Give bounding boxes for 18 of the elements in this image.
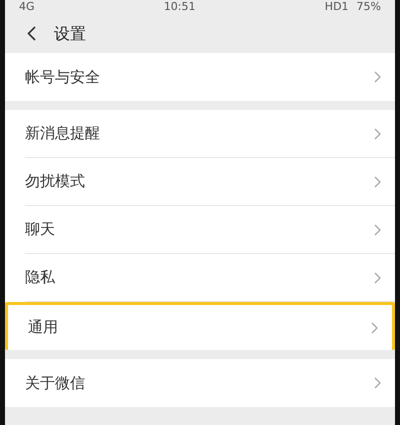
chevron-icon — [374, 272, 381, 284]
settings-item[interactable]: 勿扰模式 — [25, 158, 395, 206]
chevron-icon — [374, 128, 381, 140]
chevron-icon — [374, 176, 381, 188]
battery-level: 75% — [356, 0, 381, 14]
hd-label: HD1 — [324, 0, 349, 14]
settings-item[interactable]: 聊天 — [25, 206, 395, 254]
chevron-icon — [374, 377, 381, 389]
chevron-icon — [371, 322, 378, 334]
chevron-icon — [374, 224, 381, 236]
network-label: 4G — [19, 0, 35, 14]
settings-item[interactable]: 隐私 — [25, 254, 395, 302]
chevron-icon — [374, 71, 381, 83]
settings-item[interactable]: 新消息提醒 — [25, 110, 395, 158]
back-icon[interactable] — [27, 26, 36, 41]
settings-item[interactable]: 通用 — [5, 302, 395, 350]
clock: 10:51 — [164, 0, 196, 14]
page-title: 设置 — [54, 22, 86, 44]
